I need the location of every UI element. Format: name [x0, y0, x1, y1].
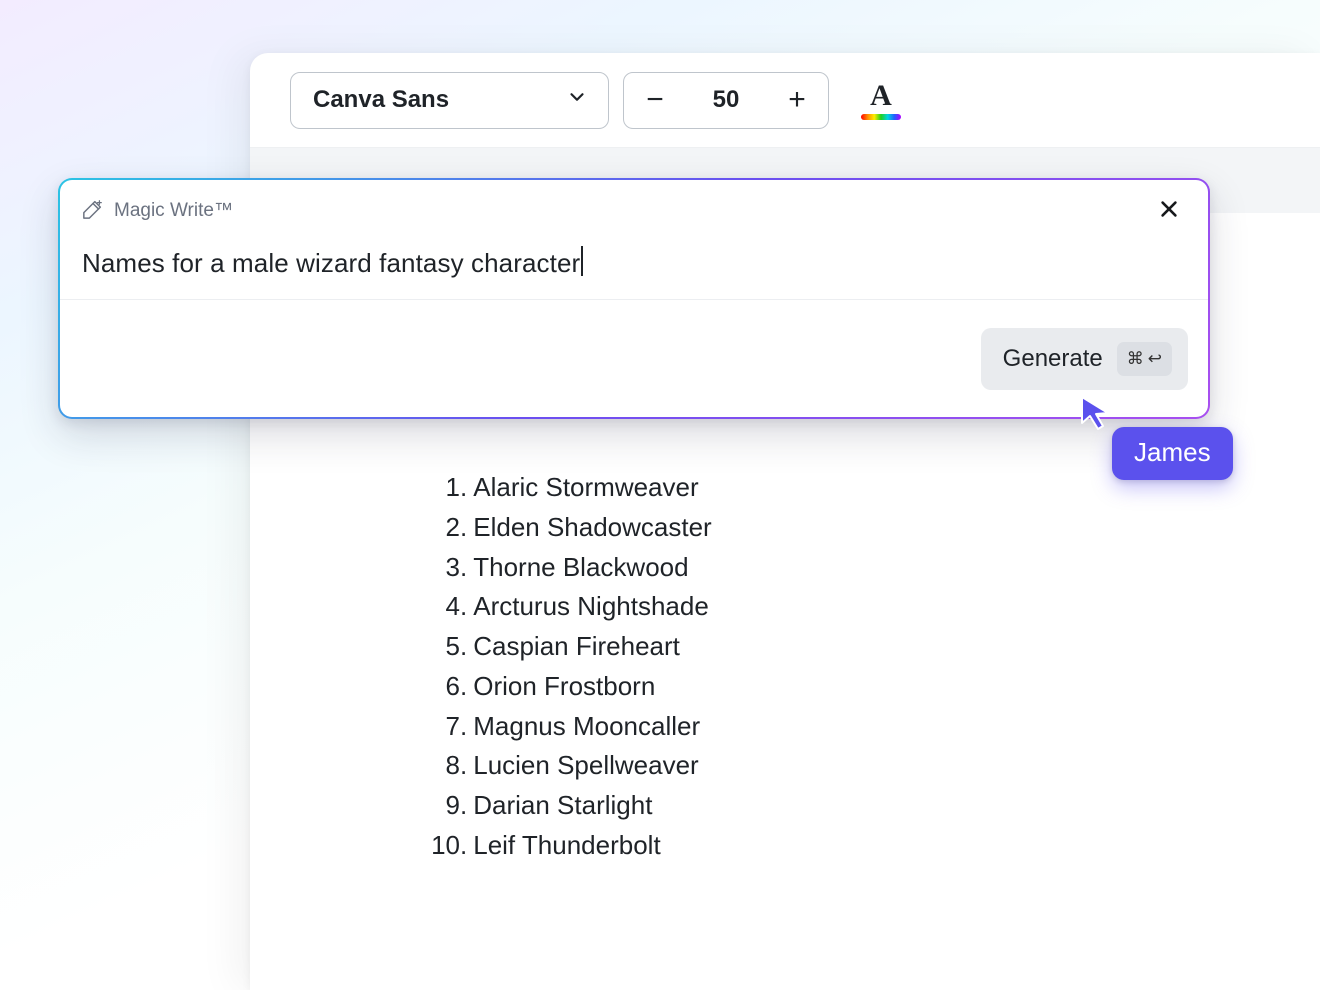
font-family-select[interactable]: Canva Sans — [290, 72, 609, 129]
list-item: 1.Alaric Stormweaver — [425, 468, 712, 508]
collaborator-name-badge: James — [1112, 427, 1233, 480]
chevron-down-icon — [566, 86, 588, 115]
list-item-text: Lucien Spellweaver — [473, 750, 698, 780]
generated-results-list: 1.Alaric Stormweaver 2.Elden Shadowcaste… — [425, 468, 712, 866]
list-item-text: Darian Starlight — [473, 790, 652, 820]
text-caret — [581, 246, 583, 276]
magic-write-header: Magic Write™ — [60, 180, 1208, 228]
list-item: 3.Thorne Blackwood — [425, 548, 712, 588]
magic-write-footer: Generate ⌘ ↩ — [60, 300, 1208, 417]
text-color-button[interactable]: A — [861, 81, 901, 120]
font-family-value: Canva Sans — [313, 86, 449, 114]
shortcut-badge: ⌘ ↩ — [1117, 342, 1172, 376]
magic-write-prompt-input[interactable]: Names for a male wizard fantasy characte… — [60, 228, 1208, 300]
generate-button-label: Generate — [1003, 345, 1103, 373]
list-item: 2.Elden Shadowcaster — [425, 508, 712, 548]
list-item-text: Alaric Stormweaver — [473, 472, 698, 502]
collaborator-name: James — [1134, 437, 1211, 467]
list-item: 4.Arcturus Nightshade — [425, 587, 712, 627]
font-size-stepper: − 50 + — [623, 72, 829, 129]
list-item: 5.Caspian Fireheart — [425, 627, 712, 667]
font-size-value[interactable]: 50 — [696, 86, 756, 114]
increase-size-button[interactable]: + — [780, 85, 814, 115]
list-item-text: Magnus Mooncaller — [473, 711, 700, 741]
magic-wand-icon — [82, 198, 104, 225]
color-swatch-bar — [861, 114, 901, 120]
list-item-text: Caspian Fireheart — [473, 631, 680, 661]
magic-write-panel: Magic Write™ Names for a male wizard fan… — [58, 178, 1210, 419]
list-item-text: Arcturus Nightshade — [473, 591, 709, 621]
decrease-size-button[interactable]: − — [638, 85, 672, 115]
text-color-icon: A — [870, 81, 892, 111]
list-item-text: Orion Frostborn — [473, 671, 655, 701]
list-item: 9.Darian Starlight — [425, 786, 712, 826]
enter-icon: ↩ — [1148, 349, 1162, 369]
list-item: 7.Magnus Mooncaller — [425, 707, 712, 747]
list-item: 8.Lucien Spellweaver — [425, 746, 712, 786]
generate-button[interactable]: Generate ⌘ ↩ — [981, 328, 1188, 390]
close-button[interactable] — [1152, 194, 1186, 228]
magic-write-title: Magic Write™ — [114, 200, 233, 222]
list-item: 6.Orion Frostborn — [425, 667, 712, 707]
command-icon: ⌘ — [1127, 349, 1144, 369]
list-item-text: Leif Thunderbolt — [473, 830, 660, 860]
list-item: 10.Leif Thunderbolt — [425, 826, 712, 866]
text-toolbar: Canva Sans − 50 + A — [250, 53, 1320, 148]
list-item-text: Elden Shadowcaster — [473, 512, 711, 542]
prompt-text: Names for a male wizard fantasy characte… — [82, 248, 580, 278]
list-item-text: Thorne Blackwood — [473, 552, 688, 582]
